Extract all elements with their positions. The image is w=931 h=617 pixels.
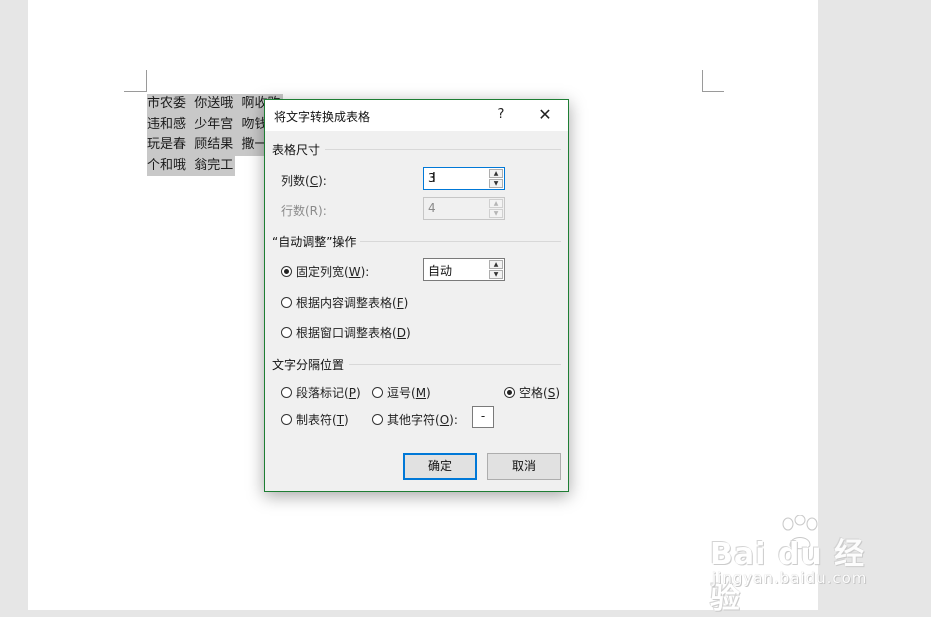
columns-increment-button[interactable]: ▲ — [489, 169, 503, 178]
radio-unselected-icon[interactable] — [281, 414, 292, 425]
margin-corner-top-right-h — [702, 91, 724, 92]
radio-selected-icon[interactable] — [504, 387, 515, 398]
rows-decrement-button: ▼ — [489, 209, 503, 218]
space-label: 空格(S) — [519, 386, 560, 400]
dialog-titlebar[interactable]: 将文字转换成表格 ? ✕ — [265, 100, 568, 131]
section-table-size-label: 表格尺寸 — [272, 143, 321, 157]
columns-spinbox[interactable]: 3 I ▲ ▼ — [423, 167, 505, 190]
margin-corner-top-right — [702, 70, 703, 92]
fit-window-label: 根据窗口调整表格(D) — [296, 326, 411, 340]
comma-label: 逗号(M) — [387, 386, 431, 400]
section-divider — [325, 149, 561, 150]
selected-document-text[interactable]: 市农委 你送哦 啊收购 违和感 少年宫 吻钱 玩是春 顾结果 撒一 个和哦 翁完… — [147, 94, 283, 176]
section-separator-label: 文字分隔位置 — [272, 358, 345, 372]
radio-unselected-icon[interactable] — [281, 297, 292, 308]
fit-contents-label: 根据内容调整表格(F) — [296, 296, 409, 310]
radio-unselected-icon[interactable] — [372, 387, 383, 398]
section-divider — [360, 241, 561, 242]
columns-label: 列数(C): — [281, 174, 327, 188]
radio-unselected-icon[interactable] — [372, 414, 383, 425]
document-line[interactable]: 违和感 少年宫 吻钱 — [147, 114, 270, 135]
columns-decrement-button[interactable]: ▼ — [489, 179, 503, 188]
column-width-value[interactable]: 自动 — [428, 262, 452, 279]
dialog-title: 将文字转换成表格 — [274, 110, 371, 124]
column-width-decrement-button[interactable]: ▼ — [489, 270, 503, 279]
rows-label: 行数(R): — [281, 204, 327, 218]
fixed-width-label: 固定列宽(W): — [296, 265, 370, 279]
margin-corner-top-left — [146, 70, 147, 92]
radio-fixed-column-width[interactable]: 固定列宽(W): — [281, 263, 369, 280]
baidu-jingyan-watermark: Bai du 经验 jingyan.baidu.com — [710, 515, 880, 616]
radio-paragraph-mark[interactable]: 段落标记(P) — [281, 384, 361, 401]
radio-other-character[interactable]: 其他字符(O): — [372, 411, 458, 428]
radio-comma[interactable]: 逗号(M) — [372, 384, 431, 401]
document-line[interactable]: 市农委 你送哦 啊收购 — [147, 94, 283, 115]
radio-fit-to-contents[interactable]: 根据内容调整表格(F) — [281, 294, 408, 311]
convert-text-to-table-dialog: 将文字转换成表格 ? ✕ 表格尺寸 列数(C): 3 I ▲ ▼ 行数(R): … — [264, 99, 569, 492]
radio-tab[interactable]: 制表符(T) — [281, 411, 349, 428]
other-character-label: 其他字符(O): — [387, 413, 458, 427]
close-button[interactable]: ✕ — [535, 105, 555, 125]
text-cursor-icon: I — [432, 171, 436, 186]
column-width-spinbox[interactable]: 自动 ▲ ▼ — [423, 258, 505, 281]
column-width-increment-button[interactable]: ▲ — [489, 260, 503, 269]
radio-space[interactable]: 空格(S) — [504, 384, 560, 401]
other-character-input[interactable]: - — [472, 406, 494, 428]
rows-spinbox: 4 ▲ ▼ — [423, 197, 505, 220]
rows-increment-button: ▲ — [489, 199, 503, 208]
paragraph-mark-label: 段落标记(P) — [296, 386, 361, 400]
document-line[interactable]: 个和哦 翁完工 — [147, 155, 236, 176]
radio-selected-icon[interactable] — [281, 266, 292, 277]
margin-corner-top-left-h — [124, 91, 146, 92]
cancel-button[interactable]: 取消 — [487, 453, 561, 480]
tab-label: 制表符(T) — [296, 413, 349, 427]
section-autofit-label: “自动调整”操作 — [272, 235, 357, 249]
help-button[interactable]: ? — [491, 105, 511, 125]
watermark-url: jingyan.baidu.com — [712, 569, 868, 587]
section-divider — [349, 364, 561, 365]
radio-fit-to-window[interactable]: 根据窗口调整表格(D) — [281, 324, 411, 341]
rows-value: 4 — [428, 201, 436, 215]
radio-unselected-icon[interactable] — [281, 327, 292, 338]
radio-unselected-icon[interactable] — [281, 387, 292, 398]
ok-button[interactable]: 确定 — [403, 453, 477, 480]
document-line[interactable]: 玩是春 顾结果 撒一 — [147, 135, 270, 156]
